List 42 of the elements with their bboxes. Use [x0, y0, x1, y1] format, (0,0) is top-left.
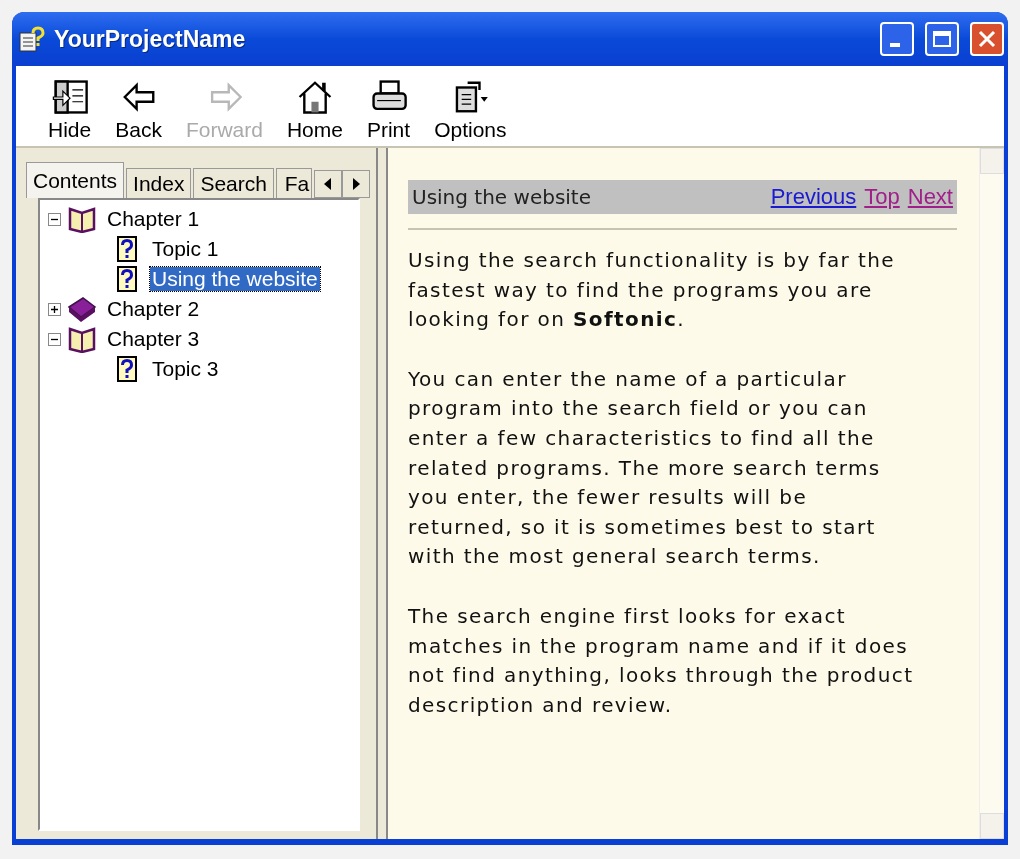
tab[interactable]: Contents: [26, 162, 125, 198]
closed-book-icon: [67, 295, 97, 323]
nav-link[interactable]: Top: [864, 184, 900, 210]
maximize-button[interactable]: [925, 22, 959, 56]
scroll-right-button[interactable]: [342, 170, 370, 198]
left-triangle-icon: [323, 178, 333, 190]
minimize-button[interactable]: [880, 22, 914, 56]
collapse-icon[interactable]: [48, 332, 61, 346]
tab[interactable]: Index: [126, 168, 192, 198]
toolbar-button[interactable]: Options: [422, 78, 519, 142]
scrollbar[interactable]: [979, 148, 1004, 839]
window-title: YourProjectName: [54, 25, 247, 53]
toolbar-button[interactable]: Print: [354, 78, 423, 142]
minimize-icon: [890, 43, 900, 47]
scroll-left-button[interactable]: [314, 170, 342, 198]
tree-item[interactable]: Topic 3: [150, 357, 221, 381]
nav-link[interactable]: Previous: [770, 184, 857, 210]
open-book-icon: [67, 205, 97, 233]
close-icon: [977, 29, 997, 49]
close-button[interactable]: [970, 22, 1004, 56]
hide-icon: [50, 78, 89, 116]
expand-icon[interactable]: [48, 302, 61, 316]
paragraph: You can enter the name of a particular program into the search field or you can enter a few characteristics to find all the related programs. The more search terms you enter, the fewer results will be returned, so it is sometimes best to start with the most general search terms.: [408, 365, 882, 571]
paragraph: The search engine first looks for exact matches in the program name and if it does not find anything, looks through the product description and review.: [408, 602, 915, 719]
tree-item[interactable]: Chapter 3: [105, 327, 202, 351]
maximize-icon: [932, 30, 952, 48]
paragraph: Using the search functionality is by far the fastest way to find the programs you are looking for on Softonic.: [408, 247, 896, 334]
nav-link[interactable]: Next: [907, 184, 953, 210]
tree-item[interactable]: Chapter 1: [105, 207, 202, 231]
help-file-icon: [18, 25, 46, 53]
topic-title: Using the website: [412, 185, 592, 209]
open-book-icon: [67, 325, 97, 353]
tree-item[interactable]: Topic 1: [150, 237, 221, 261]
toolbar-button[interactable]: Hide: [36, 78, 104, 142]
right-triangle-icon: [351, 178, 361, 190]
toolbar-button[interactable]: Home: [274, 78, 355, 142]
tree-item[interactable]: Using the website: [150, 267, 320, 291]
tab[interactable]: Fa: [276, 168, 312, 198]
toolbar-button[interactable]: Back: [103, 78, 174, 142]
collapse-icon[interactable]: [48, 212, 61, 226]
tab[interactable]: Search: [193, 168, 274, 198]
tree-item[interactable]: Chapter 2: [105, 297, 202, 321]
